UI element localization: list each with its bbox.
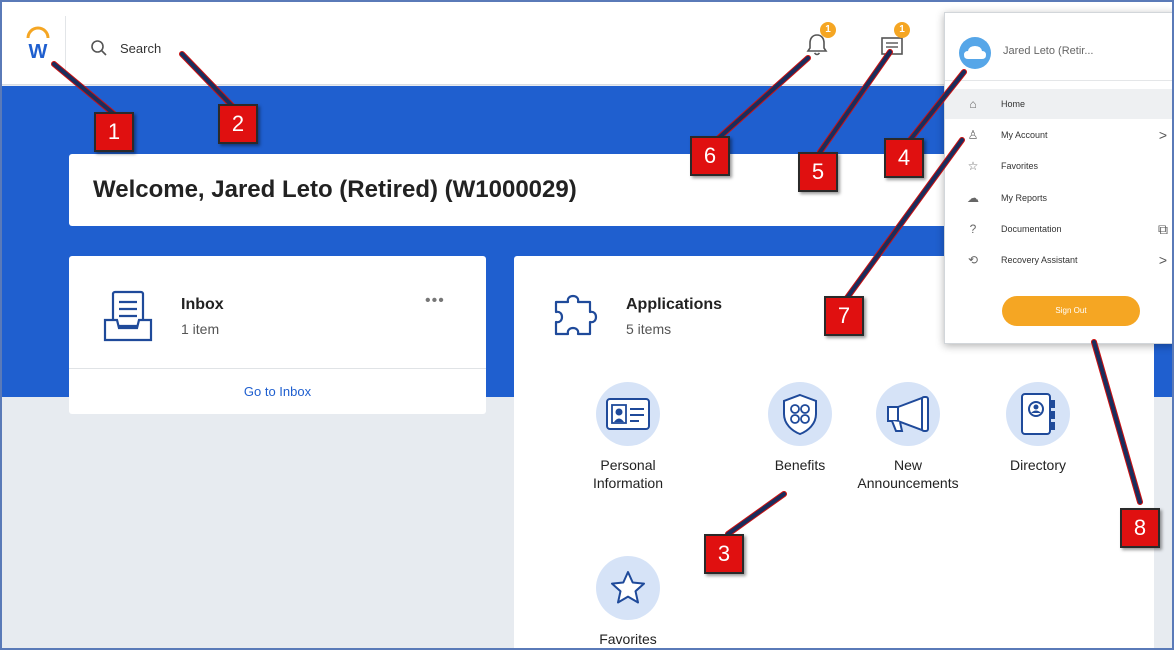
app-benefits[interactable]: Benefits — [740, 382, 860, 474]
user-menu-header[interactable]: Jared Leto (Retir... — [945, 13, 1172, 81]
avatar[interactable] — [959, 37, 991, 69]
menu-item-label: Home — [1001, 99, 1026, 109]
address-book-icon — [1006, 382, 1070, 446]
app-label: Personal Information — [592, 457, 664, 491]
menu-item-my-reports[interactable]: ☁ My Reports — [945, 183, 1172, 213]
cloud-icon: ☁ — [967, 191, 979, 205]
applications-title: Applications — [626, 296, 723, 313]
callout-1: 1 — [94, 112, 134, 152]
app-favorites[interactable]: Favorites — [568, 556, 688, 648]
sign-out-button[interactable]: Sign Out — [1002, 296, 1140, 326]
help-icon: ? — [969, 222, 977, 236]
user-name: Jared Leto (Retir... — [1003, 45, 1094, 57]
welcome-card: Welcome, Jared Leto (Retired) (W1000029) — [69, 154, 1079, 226]
app-label: Directory — [1009, 457, 1066, 473]
history-icon: ⟲ — [967, 253, 979, 267]
inbox-more-button[interactable]: ••• — [425, 292, 445, 310]
callout-5: 5 — [798, 152, 838, 192]
search-input[interactable]: Search — [120, 41, 161, 56]
inbox-header-button[interactable]: 1 — [878, 22, 910, 63]
menu-item-label: Recovery Assistant — [1001, 255, 1078, 265]
inbox-divider — [69, 368, 486, 369]
home-logo-button[interactable]: W — [10, 16, 66, 72]
puzzle-icon — [550, 288, 602, 345]
app-frame: W Search 1 1 Welcome, Jared Leto (Retire… — [0, 0, 1174, 650]
id-card-icon — [596, 382, 660, 446]
app-label: New Announcements — [857, 457, 959, 491]
applications-count: 5 items — [626, 321, 672, 337]
menu-item-recovery-assistant[interactable]: ⟲ Recovery Assistant > — [945, 245, 1172, 275]
chevron-right-icon: > — [1158, 252, 1168, 268]
app-directory[interactable]: Directory — [978, 382, 1098, 474]
welcome-title: Welcome, Jared Leto (Retired) (W1000029) — [93, 176, 577, 203]
callout-3: 3 — [704, 534, 744, 574]
inbox-card: Inbox 1 item ••• Go to Inbox — [69, 256, 486, 414]
callout-4: 4 — [884, 138, 924, 178]
star-icon — [596, 556, 660, 620]
person-icon: ♙ — [967, 128, 979, 142]
workday-logo-icon: W — [26, 26, 50, 63]
callout-6: 6 — [690, 136, 730, 176]
inbox-icon — [101, 288, 157, 351]
menu-item-label: Favorites — [1001, 161, 1039, 171]
megaphone-icon — [876, 382, 940, 446]
shield-icon — [768, 382, 832, 446]
star-icon: ☆ — [967, 159, 979, 173]
inbox-badge: 1 — [894, 22, 910, 38]
callout-2: 2 — [218, 104, 258, 144]
app-label: Benefits — [774, 457, 826, 473]
search-bar[interactable]: Search — [90, 34, 161, 62]
external-link-icon: ⧉ — [1158, 220, 1168, 237]
chevron-right-icon: > — [1158, 127, 1168, 143]
menu-item-label: Documentation — [1001, 224, 1062, 234]
app-new-announcements[interactable]: New Announcements — [848, 382, 968, 492]
notifications-button[interactable]: 1 — [804, 22, 836, 63]
user-menu: Jared Leto (Retir... ⌂ Home ♙ My Account… — [944, 12, 1172, 344]
callout-7: 7 — [824, 296, 864, 336]
menu-item-home[interactable]: ⌂ Home — [945, 89, 1172, 119]
notifications-badge: 1 — [820, 22, 836, 38]
svg-text:W: W — [29, 41, 48, 63]
menu-item-label: My Account — [1001, 130, 1048, 140]
callout-8: 8 — [1120, 508, 1160, 548]
go-to-inbox-link[interactable]: Go to Inbox — [69, 384, 486, 399]
inbox-title: Inbox — [181, 296, 224, 313]
search-icon — [91, 40, 107, 56]
app-personal-information[interactable]: Personal Information — [568, 382, 688, 492]
menu-item-documentation[interactable]: ? Documentation ⧉ — [945, 214, 1172, 244]
menu-item-label: My Reports — [1001, 193, 1048, 203]
menu-item-my-account[interactable]: ♙ My Account > — [945, 120, 1172, 150]
cloud-avatar-icon — [964, 46, 986, 59]
app-label: Favorites — [599, 631, 657, 647]
menu-item-favorites[interactable]: ☆ Favorites — [945, 151, 1172, 181]
inbox-count: 1 item — [181, 321, 220, 337]
home-icon: ⌂ — [969, 97, 977, 111]
